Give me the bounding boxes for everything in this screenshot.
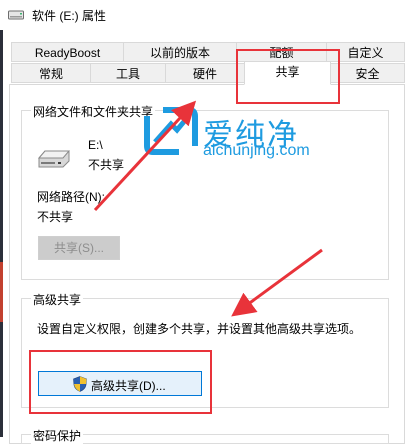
highlight-box-advanced-button: [29, 350, 212, 414]
tab-sharing[interactable]: 共享: [244, 61, 331, 85]
title-bar: 软件 (E:) 属性: [0, 0, 418, 30]
password-protection-title: 密码保护: [31, 427, 84, 444]
tab-previous-versions[interactable]: 以前的版本: [123, 42, 237, 62]
drive-icon: [37, 150, 71, 168]
tab-general[interactable]: 常规: [11, 63, 91, 83]
watermark-url: aichunjing.com: [203, 142, 310, 159]
network-sharing-title: 网络文件和文件夹共享: [31, 103, 156, 120]
drive-share-status: 不共享: [88, 158, 125, 172]
window-title: 软件 (E:) 属性: [32, 9, 106, 23]
drive-icon: [8, 10, 24, 20]
background-window-edge: [0, 30, 3, 437]
share-button[interactable]: 共享(S)...: [38, 236, 120, 260]
tab-readyboost[interactable]: ReadyBoost: [11, 42, 124, 62]
advanced-sharing-title: 高级共享: [31, 291, 84, 308]
advanced-sharing-description: 设置自定义权限，创建多个共享，并设置其他高级共享选项。: [37, 322, 362, 336]
tab-tools[interactable]: 工具: [90, 63, 166, 83]
drive-name: E:\: [88, 138, 103, 152]
background-window-edge-accent: [0, 262, 3, 322]
tab-security[interactable]: 安全: [330, 63, 405, 83]
tab-hardware[interactable]: 硬件: [165, 63, 245, 83]
network-path-value: 不共享: [37, 210, 74, 224]
watermark-logo-icon: [144, 107, 198, 155]
network-path-label: 网络路径(N):: [37, 190, 105, 204]
